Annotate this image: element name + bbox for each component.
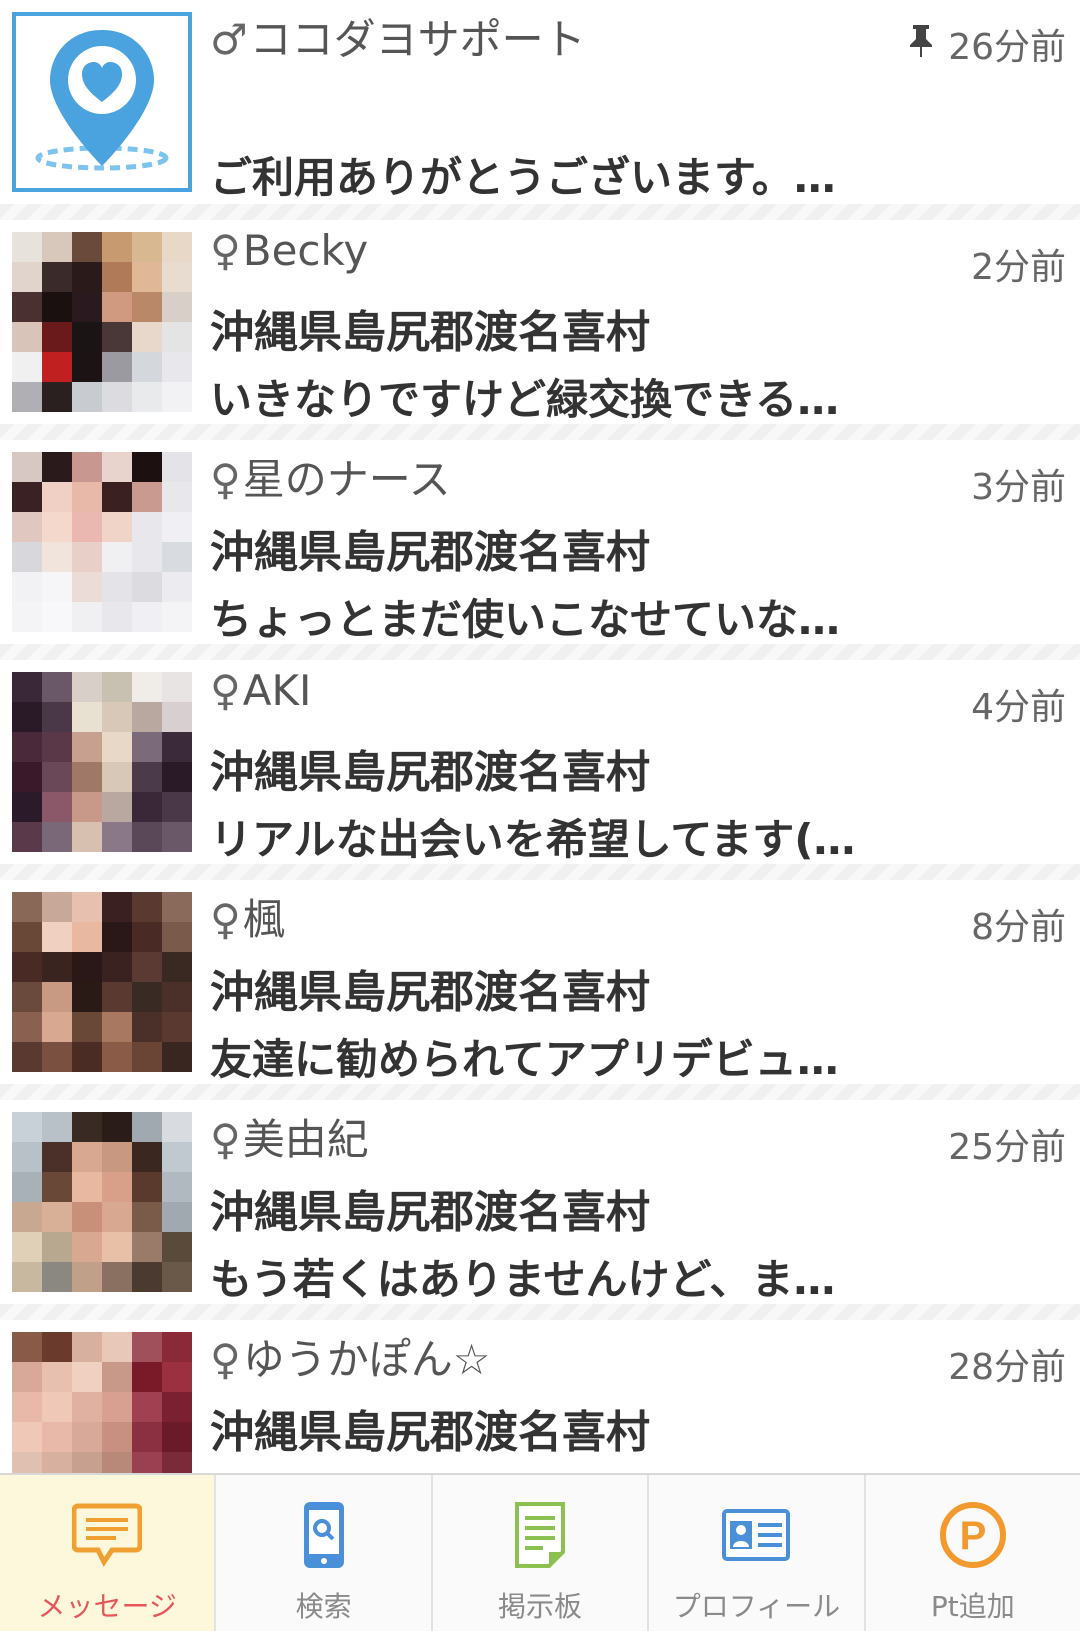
avatar [12, 452, 192, 632]
board-icon [502, 1497, 578, 1573]
message-icon [69, 1497, 145, 1573]
mosaic-avatar [12, 452, 192, 632]
message-preview: ちょっとまだ使いこなせていな… [210, 595, 841, 644]
tab-label: プロフィール [672, 1590, 841, 1623]
sender-location: 沖縄県島尻郡渡名喜村 [210, 967, 650, 1018]
tab-profile[interactable]: プロフィール [649, 1475, 866, 1631]
sender-location: 沖縄県島尻郡渡名喜村 [210, 307, 650, 358]
timestamp: 26分前 [908, 18, 1066, 70]
sender-location: 沖縄県島尻郡渡名喜村 [210, 1187, 650, 1238]
sender-name: ♀AKI [210, 666, 312, 715]
timestamp: 28分前 [948, 1347, 1066, 1388]
tab-label: Pt追加 [930, 1590, 1015, 1623]
mosaic-avatar [12, 1112, 192, 1292]
row-divider [0, 1084, 1080, 1100]
message-row[interactable]: ♀Becky 2分前 沖縄県島尻郡渡名喜村 いきなりですけど緑交換できる… [0, 220, 1080, 424]
message-row[interactable]: ♀美由紀 25分前 沖縄県島尻郡渡名喜村 もう若くはありませんけど、ま… [0, 1100, 1080, 1304]
avatar [12, 892, 192, 1072]
sender-name: ♀楓 [210, 895, 285, 944]
bottom-tab-bar: メッセージ 検索 掲示板 プロフィール P Pt追加 [0, 1473, 1080, 1631]
profile-card-icon [718, 1497, 794, 1573]
timestamp: 4分前 [971, 687, 1066, 728]
row-divider [0, 864, 1080, 880]
row-divider [0, 644, 1080, 660]
message-row[interactable]: ♀星のナース 3分前 沖縄県島尻郡渡名喜村 ちょっとまだ使いこなせていな… [0, 440, 1080, 644]
sender-name: ♂ココダヨサポート [210, 15, 586, 64]
message-row[interactable]: ♀ゆうかぽん☆ 28分前 沖縄県島尻郡渡名喜村 [0, 1320, 1080, 1473]
phone-search-icon [286, 1497, 362, 1573]
message-row[interactable]: ♀楓 8分前 沖縄県島尻郡渡名喜村 友達に勧められてアプリデビュ… [0, 880, 1080, 1084]
tab-label: 検索 [295, 1590, 352, 1623]
message-preview: ご利用ありがとうございます。… [210, 153, 836, 202]
message-preview: もう若くはありませんけど、ま… [210, 1255, 836, 1304]
timestamp: 3分前 [971, 467, 1066, 508]
mosaic-avatar [12, 672, 192, 852]
avatar [12, 672, 192, 852]
sender-name: ♀Becky [210, 226, 369, 275]
tab-label: メッセージ [37, 1590, 177, 1623]
sender-location: 沖縄県島尻郡渡名喜村 [210, 527, 650, 578]
tab-board[interactable]: 掲示板 [433, 1475, 650, 1631]
message-row[interactable]: ♂ココダヨサポート 26分前 ご利用ありがとうございます。… [0, 0, 1080, 204]
mosaic-avatar [12, 892, 192, 1072]
location-heart-icon [35, 30, 169, 171]
mosaic-avatar [12, 232, 192, 412]
message-row[interactable]: ♀AKI 4分前 沖縄県島尻郡渡名喜村 リアルな出会いを希望してます(… [0, 660, 1080, 864]
tab-search[interactable]: 検索 [216, 1475, 433, 1631]
svg-text:P: P [959, 1514, 986, 1558]
sender-name: ♀ゆうかぽん☆ [210, 1335, 491, 1384]
row-divider [0, 424, 1080, 440]
avatar [12, 1112, 192, 1292]
timestamp: 25分前 [948, 1127, 1066, 1168]
message-preview: いきなりですけど緑交換できる… [210, 375, 840, 424]
message-list: ♂ココダヨサポート 26分前 ご利用ありがとうございます。… ♀Becky 2分… [0, 0, 1080, 1473]
timestamp: 2分前 [971, 247, 1066, 288]
tab-points[interactable]: P Pt追加 [866, 1475, 1080, 1631]
sender-name: ♀美由紀 [210, 1115, 369, 1164]
avatar [12, 12, 192, 192]
timestamp: 8分前 [971, 907, 1066, 948]
sender-name: ♀星のナース [210, 455, 451, 504]
row-divider [0, 204, 1080, 220]
sender-location: 沖縄県島尻郡渡名喜村 [210, 747, 650, 798]
avatar [12, 1332, 192, 1473]
pin-icon [908, 23, 934, 68]
sender-location: 沖縄県島尻郡渡名喜村 [210, 1407, 650, 1458]
avatar [12, 232, 192, 412]
tab-message[interactable]: メッセージ [0, 1475, 217, 1631]
message-preview: 友達に勧められてアプリデビュ… [210, 1035, 839, 1084]
message-preview: リアルな出会いを希望してます(… [210, 815, 856, 864]
points-icon: P [935, 1497, 1011, 1573]
mosaic-avatar [12, 1332, 192, 1473]
row-divider [0, 1304, 1080, 1320]
tab-label: 掲示板 [498, 1590, 583, 1623]
